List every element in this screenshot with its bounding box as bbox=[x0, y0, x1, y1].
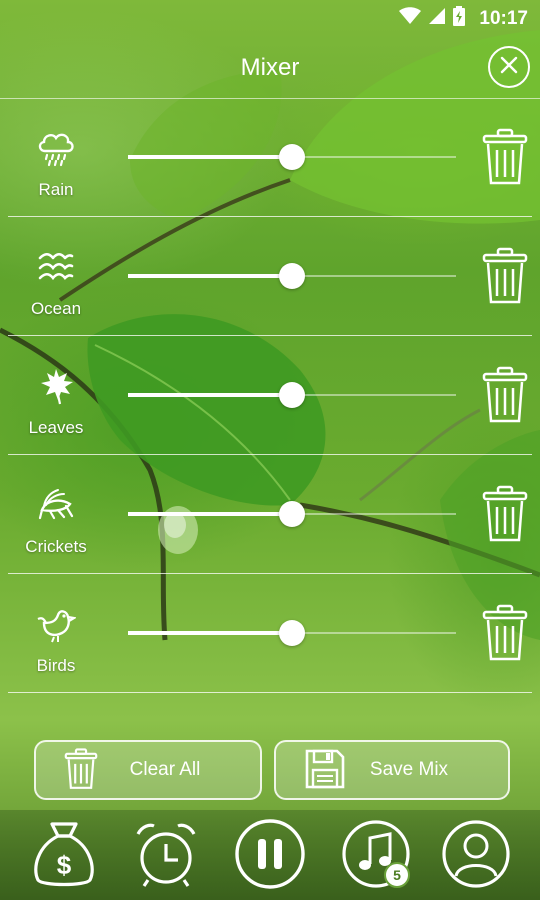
nav-profile-button[interactable] bbox=[438, 818, 514, 894]
save-mix-label: Save Mix bbox=[369, 759, 449, 780]
remove-sound-button[interactable] bbox=[482, 604, 528, 662]
trash-icon bbox=[482, 128, 528, 190]
waves-icon bbox=[34, 247, 78, 287]
sound-row-ocean: Ocean bbox=[0, 217, 540, 336]
bottom-navigation: $ 5 bbox=[0, 810, 540, 900]
nav-play-pause-button[interactable] bbox=[232, 818, 308, 894]
slider-thumb[interactable] bbox=[279, 263, 305, 289]
playlist-count-badge: 5 bbox=[384, 862, 410, 888]
slider-fill bbox=[128, 512, 292, 516]
remove-sound-button[interactable] bbox=[482, 128, 528, 186]
trash-icon bbox=[482, 247, 528, 309]
slider-fill bbox=[128, 631, 292, 635]
sound-row-crickets: Crickets bbox=[0, 455, 540, 574]
trash-icon bbox=[482, 604, 528, 666]
wifi-icon bbox=[399, 7, 422, 30]
bird-icon bbox=[34, 604, 78, 644]
volume-slider[interactable] bbox=[128, 144, 456, 170]
remove-sound-button[interactable] bbox=[482, 366, 528, 424]
signal-icon bbox=[429, 7, 446, 30]
volume-slider[interactable] bbox=[128, 382, 456, 408]
sound-label: Crickets bbox=[25, 537, 87, 556]
rain-cloud-icon bbox=[34, 128, 78, 168]
cricket-icon bbox=[34, 485, 78, 525]
money-bag-icon: $ bbox=[28, 818, 100, 895]
slider-fill bbox=[128, 393, 292, 397]
sound-row-birds: Birds bbox=[0, 574, 540, 693]
remove-sound-button[interactable] bbox=[482, 485, 528, 543]
sound-row-leaves: Leaves bbox=[0, 336, 540, 455]
nav-premium-button[interactable]: $ bbox=[26, 818, 102, 894]
volume-slider[interactable] bbox=[128, 501, 456, 527]
clear-all-button[interactable]: Clear All bbox=[34, 740, 262, 800]
status-time: 10:17 bbox=[479, 7, 528, 29]
close-button[interactable] bbox=[488, 46, 530, 88]
status-bar: 10:17 bbox=[0, 0, 540, 36]
save-mix-button[interactable]: Save Mix bbox=[274, 740, 510, 800]
user-icon bbox=[440, 818, 512, 895]
pause-icon bbox=[233, 817, 307, 896]
svg-text:$: $ bbox=[57, 850, 72, 880]
slider-thumb[interactable] bbox=[279, 144, 305, 170]
trash-icon bbox=[482, 485, 528, 547]
battery-charging-icon bbox=[453, 6, 466, 31]
volume-slider[interactable] bbox=[128, 263, 456, 289]
trash-icon bbox=[482, 366, 528, 428]
mixer-actions: Clear All Save Mix bbox=[0, 740, 540, 800]
sound-row-rain: Rain bbox=[0, 98, 540, 217]
slider-thumb[interactable] bbox=[279, 382, 305, 408]
sound-label: Leaves bbox=[28, 418, 84, 437]
nav-playlist-button[interactable]: 5 bbox=[338, 818, 414, 894]
volume-slider[interactable] bbox=[128, 620, 456, 646]
leaf-icon bbox=[34, 366, 78, 406]
slider-fill bbox=[128, 274, 292, 278]
slider-thumb[interactable] bbox=[279, 501, 305, 527]
mixer-header: Mixer bbox=[0, 40, 540, 99]
sound-list: Rain Ocean Leaves Crickets Birds bbox=[0, 98, 540, 693]
sound-label: Ocean bbox=[30, 299, 82, 318]
clear-all-label: Clear All bbox=[129, 759, 201, 780]
sound-label: Birds bbox=[36, 656, 76, 675]
close-icon bbox=[499, 55, 519, 80]
slider-thumb[interactable] bbox=[279, 620, 305, 646]
slider-fill bbox=[128, 155, 292, 159]
alarm-clock-icon bbox=[130, 818, 202, 895]
sound-label: Rain bbox=[38, 180, 74, 199]
page-title: Mixer bbox=[240, 54, 300, 81]
nav-alarm-button[interactable] bbox=[128, 818, 204, 894]
row-divider bbox=[8, 692, 532, 693]
remove-sound-button[interactable] bbox=[482, 247, 528, 305]
